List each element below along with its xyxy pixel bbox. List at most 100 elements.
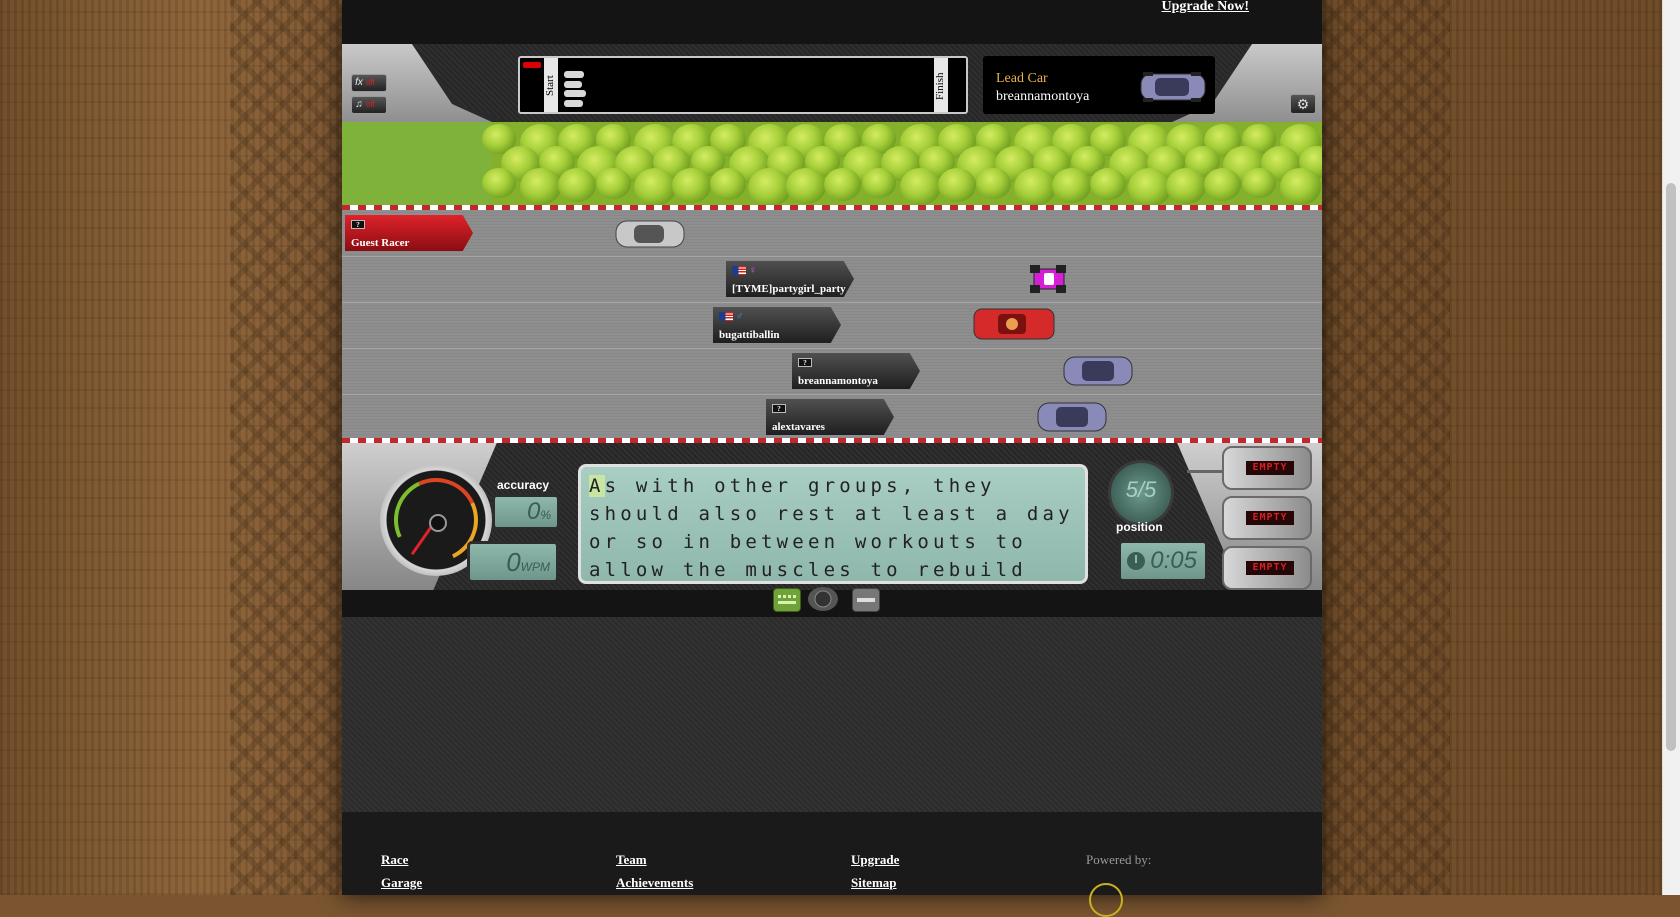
game-container: Upgrade Now! fx off ♫ off ⚙ Start Finish L… [342, 0, 1322, 917]
wpm-value: 0 [506, 547, 521, 577]
tree [862, 168, 896, 198]
tree [1166, 168, 1206, 204]
tree [482, 168, 516, 198]
tree [748, 168, 791, 205]
tree [1014, 168, 1056, 205]
fx-icon: fx [355, 77, 363, 88]
finish-label: Finish [934, 72, 946, 100]
racer-name: alextavares [772, 421, 825, 433]
tree [520, 168, 561, 205]
footer-link-team[interactable]: Team [616, 852, 647, 868]
powered-by-label: Powered by: [1086, 852, 1152, 867]
nitro-slot-1[interactable]: EMPTY [1222, 446, 1312, 490]
tree [1052, 168, 1091, 203]
gear-shift-button[interactable] [808, 587, 838, 611]
tree [1090, 168, 1126, 200]
text-mode-icon [857, 598, 875, 602]
racer-progress-marker [564, 71, 584, 78]
male-icon: ♂ [736, 311, 744, 322]
gear-icon: ⚙ [1296, 96, 1310, 112]
tree [1128, 168, 1171, 205]
position-display: 5/5 [1108, 460, 1174, 526]
nitro-status: EMPTY [1246, 511, 1294, 525]
nitro-status: EMPTY [1246, 561, 1294, 575]
footer-link-sitemap[interactable]: Sitemap [851, 875, 897, 891]
current-character: A [589, 475, 605, 497]
tree [786, 168, 826, 204]
tree [900, 168, 941, 205]
keyboard-icon [778, 595, 796, 604]
content-area [342, 617, 1322, 812]
car-breannamontoya [1063, 356, 1133, 386]
car-alextavares [1037, 402, 1107, 432]
racer-name: breannamontoya [798, 375, 878, 387]
nitro-status: EMPTY [1246, 461, 1294, 475]
tire-tread-left [230, 0, 360, 895]
finish-strip: Finish [934, 58, 948, 112]
top-bar: Upgrade Now! [342, 0, 1322, 44]
music-state: off [366, 100, 375, 109]
nitro-slot-2[interactable]: EMPTY [1222, 496, 1312, 540]
fx-toggle-button[interactable]: fx off [351, 74, 387, 92]
tire-tread-right [1320, 0, 1450, 895]
racer-tag-guest: ? Guest Racer [345, 215, 473, 251]
racer-tag-alextavares: ? alextavares [766, 399, 894, 435]
footer-link-race[interactable]: Race [381, 852, 408, 868]
accuracy-display: 0% [492, 494, 560, 530]
car-partygirl [1030, 265, 1066, 293]
position-label: position [1116, 520, 1163, 534]
tree [634, 168, 676, 205]
start-label: Start [544, 75, 556, 97]
car-bugattiballin [973, 308, 1055, 340]
fx-state: off [366, 78, 375, 87]
car-guest-racer [615, 220, 685, 248]
tree [1242, 168, 1276, 198]
accuracy-value: 0 [526, 498, 541, 525]
music-note-icon: ♫ [355, 99, 363, 110]
racer-progress-marker [564, 100, 583, 107]
racer-tag-partygirl: ♀ [TYME]partygirl_party [726, 261, 854, 297]
lead-car-panel: Lead Car breannamontoya [983, 56, 1215, 114]
settings-button[interactable]: ⚙ [1290, 94, 1316, 114]
tree [596, 168, 631, 199]
wpm-unit: WPM [520, 560, 550, 574]
accuracy-label: accuracy [497, 478, 550, 492]
racer-progress-marker [564, 90, 586, 97]
footer: Race Garage Team Achievements Upgrade Si… [342, 812, 1322, 895]
racer-name: Guest Racer [351, 237, 410, 249]
racer-name: [TYME]partygirl_party [732, 283, 846, 295]
lead-car-label: Lead Car [996, 71, 1048, 86]
racer-tag-bugattiballin: ♂ bugattiballin [713, 307, 841, 343]
tree [824, 168, 861, 201]
unknown-flag-icon: ? [798, 358, 812, 367]
footer-link-garage[interactable]: Garage [381, 875, 422, 891]
us-flag-icon [732, 266, 746, 275]
racer-tag-breannamontoya: ? breannamontoya [792, 353, 920, 389]
race-text: s with other groups, they should also re… [589, 475, 1074, 581]
music-toggle-button[interactable]: ♫ off [351, 96, 387, 114]
your-progress-marker [523, 62, 541, 68]
lead-car-name: breannamontoya [996, 89, 1090, 104]
gear-shift-icon [814, 590, 832, 608]
unknown-flag-icon: ? [772, 404, 786, 413]
powered-by-logo [1089, 883, 1123, 917]
female-icon: ♀ [749, 265, 757, 276]
text-mode-button[interactable] [852, 588, 880, 612]
wpm-display: 0WPM [467, 541, 559, 583]
upgrade-now-link[interactable]: Upgrade Now! [1162, 0, 1250, 15]
position-value: 5/5 [1125, 477, 1157, 502]
tree [672, 168, 711, 203]
nitro-slot-3[interactable]: EMPTY [1222, 546, 1312, 590]
footer-link-achievements[interactable]: Achievements [616, 875, 693, 891]
lane-1 [342, 210, 1322, 257]
scrollbar-thumb[interactable] [1666, 183, 1676, 751]
footer-link-upgrade[interactable]: Upgrade [851, 852, 899, 868]
tree [1280, 168, 1321, 205]
racer-name: bugattiballin [719, 329, 780, 341]
tree [938, 168, 976, 202]
typing-text-area[interactable]: As with other groups, they should also r… [578, 464, 1088, 584]
timer-value: 0:05 [1150, 547, 1197, 574]
lead-car-icon [1140, 72, 1206, 102]
page-scrollbar[interactable] [1662, 0, 1680, 895]
keyboard-mode-button[interactable] [773, 588, 801, 612]
